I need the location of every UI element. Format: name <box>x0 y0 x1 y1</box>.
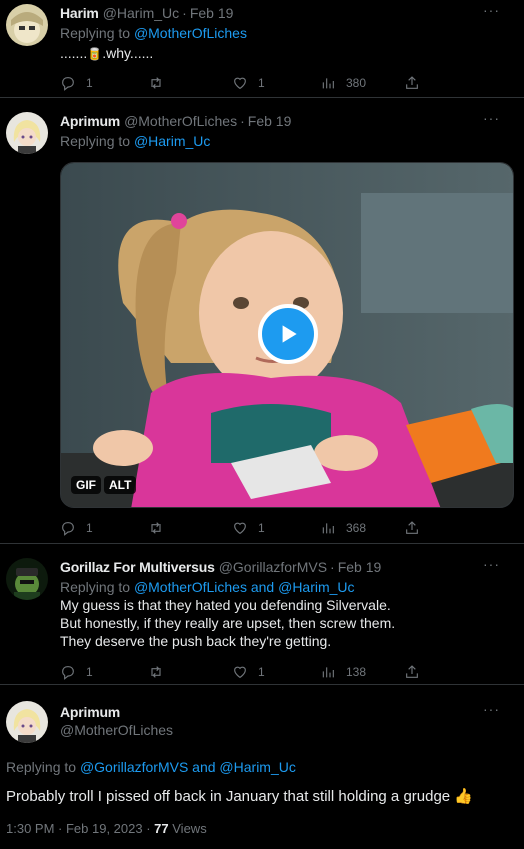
author-name[interactable]: Aprimum <box>60 703 510 721</box>
share-button[interactable] <box>404 73 420 93</box>
like-count: 1 <box>258 521 265 535</box>
author-name[interactable]: Harim <box>60 4 99 22</box>
like-count: 1 <box>258 76 265 90</box>
author-handle[interactable]: @GorillazforMVS <box>219 558 327 576</box>
retweet-button[interactable] <box>148 73 232 93</box>
replying-prefix: Replying to <box>60 25 131 41</box>
reply-button[interactable]: 1 <box>60 518 148 538</box>
replying-to: Replying to @GorillazforMVS and @Harim_U… <box>6 759 296 775</box>
tweet-actions: 1 1 368 <box>60 518 440 538</box>
text-line: They deserve the push back they're getti… <box>60 633 332 649</box>
view-count: 380 <box>346 76 367 90</box>
avatar-aprimum[interactable] <box>6 112 48 154</box>
like-icon <box>234 77 246 90</box>
retweet-icon <box>151 522 161 534</box>
tweet-harim[interactable]: Harim @Harim_Uc · Feb 19 ··· Replying to… <box>0 0 524 97</box>
like-count: 1 <box>258 665 265 679</box>
media-badges: GIF ALT <box>71 476 137 494</box>
gif-media[interactable]: GIF ALT <box>60 162 514 508</box>
avatar-harim[interactable] <box>6 4 48 46</box>
views-icon <box>322 523 334 534</box>
share-icon <box>406 665 418 678</box>
views-icon <box>322 667 334 678</box>
author-name[interactable]: Gorillaz For Multiversus <box>60 558 215 576</box>
mention-link[interactable]: @GorillazforMVS and @Harim_Uc <box>80 759 296 775</box>
tweet-text: .......🥫.why...... <box>60 44 510 63</box>
text-part: .why...... <box>102 45 154 61</box>
like-icon <box>234 666 246 679</box>
mention-link[interactable]: @MotherOfLiches and @Harim_Uc <box>134 579 355 595</box>
text-line: My guess is that they hated you defendin… <box>60 597 391 613</box>
reply-icon <box>62 666 74 680</box>
view-count: 368 <box>346 521 367 535</box>
retweet-icon <box>151 77 161 89</box>
share-icon <box>406 521 418 534</box>
replying-prefix: Replying to <box>60 133 131 149</box>
reply-icon <box>62 522 74 536</box>
reply-count: 1 <box>86 521 93 535</box>
author-handle[interactable]: @Harim_Uc <box>103 4 179 22</box>
share-icon <box>406 76 418 89</box>
reply-count: 1 <box>86 665 93 679</box>
replying-to: Replying to @MotherOfLiches and @Harim_U… <box>60 578 510 596</box>
more-icon[interactable]: ··· <box>483 110 500 126</box>
emoji: 🥫 <box>87 47 103 61</box>
views-icon <box>322 78 334 89</box>
tweet-date[interactable]: Feb 19 <box>338 558 382 576</box>
author-name[interactable]: Aprimum <box>60 112 120 130</box>
tweet-date[interactable]: Feb 19 <box>190 4 234 22</box>
mention-link[interactable]: @MotherOfLiches <box>134 25 247 41</box>
gif-badge: GIF <box>71 476 101 494</box>
like-button[interactable]: 1 <box>232 518 320 538</box>
like-button[interactable]: 1 <box>232 73 320 93</box>
separator: · <box>182 5 187 21</box>
view-count: 138 <box>346 665 367 679</box>
mention-link[interactable]: @Harim_Uc <box>134 133 210 149</box>
play-button[interactable] <box>258 304 318 364</box>
reply-button[interactable]: 1 <box>60 73 148 93</box>
retweet-icon <box>151 666 161 678</box>
replying-to: Replying to @Harim_Uc <box>60 132 510 150</box>
tweet-date[interactable]: Feb 19 <box>248 112 292 130</box>
author-handle[interactable]: @MotherOfLiches <box>124 112 237 130</box>
views-label: Views <box>172 821 207 836</box>
replying-prefix: Replying to <box>60 579 131 595</box>
text-part: ....... <box>60 45 88 61</box>
retweet-button[interactable] <box>148 662 232 682</box>
views-button[interactable]: 368 <box>320 518 404 538</box>
tweet-gorillaz[interactable]: Gorillaz For Multiversus @GorillazforMVS… <box>0 544 524 684</box>
views-button[interactable]: 380 <box>320 73 404 93</box>
separator: · <box>240 113 245 129</box>
text-line: But honestly, if they really are upset, … <box>60 615 396 631</box>
tweet-text: My guess is that they hated you defendin… <box>60 596 510 650</box>
views-button[interactable]: 138 <box>320 662 404 682</box>
avatar-aprimum-focus[interactable] <box>6 701 48 743</box>
reply-icon <box>62 77 74 91</box>
like-button[interactable]: 1 <box>232 662 320 682</box>
share-button[interactable] <box>404 662 420 682</box>
more-icon[interactable]: ··· <box>483 556 500 572</box>
tweet-meta: 1:30 PM · Feb 19, 2023 · 77 Views <box>6 821 207 836</box>
tweet-text: Probably troll I pissed off back in Janu… <box>6 788 473 805</box>
replying-to: Replying to @MotherOfLiches <box>60 24 510 42</box>
author-handle[interactable]: @MotherOfLiches <box>60 721 510 739</box>
more-icon[interactable]: ··· <box>483 701 500 717</box>
avatar-gorillaz[interactable] <box>6 558 48 600</box>
alt-badge[interactable]: ALT <box>104 476 137 494</box>
reply-button[interactable]: 1 <box>60 662 148 682</box>
replying-prefix: Replying to <box>6 759 77 775</box>
reply-count: 1 <box>86 76 93 90</box>
views-count: 77 <box>154 821 169 836</box>
retweet-button[interactable] <box>148 518 232 538</box>
tweet-actions: 1 1 138 <box>60 662 440 682</box>
tweet-actions: 1 1 380 <box>60 73 440 93</box>
like-icon <box>234 522 246 535</box>
separator: · <box>330 559 335 575</box>
share-button[interactable] <box>404 518 420 538</box>
more-icon[interactable]: ··· <box>483 2 500 18</box>
play-icon <box>282 325 297 343</box>
tweet-timestamp[interactable]: 1:30 PM · Feb 19, 2023 · <box>6 821 151 836</box>
